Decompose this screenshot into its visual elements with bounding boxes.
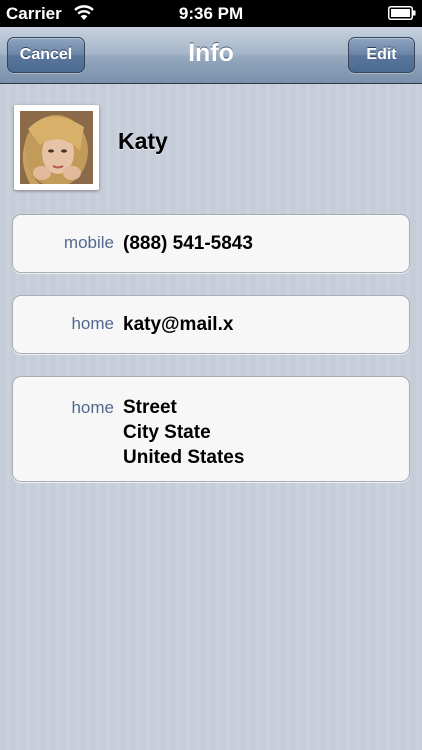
contact-photo-image (20, 111, 93, 184)
email-field[interactable]: home katy@mail.x (12, 295, 410, 354)
field-label: home (71, 398, 114, 417)
contact-name: Katy (118, 128, 168, 154)
email-address[interactable]: katy@mail.x (123, 314, 233, 336)
phone-field[interactable]: mobile (888) 541-5843 (12, 214, 410, 273)
edit-button[interactable]: Edit (348, 37, 415, 73)
contact-photo[interactable] (14, 105, 99, 190)
field-label: home (71, 314, 114, 333)
field-label: mobile (63, 233, 114, 252)
address-street: Street (123, 397, 177, 418)
address-value[interactable]: Street City State United States (123, 395, 244, 470)
navigation-bar: Cancel Info Edit (0, 27, 422, 84)
address-city-state: City State (123, 422, 211, 443)
status-bar: Carrier 9:36 PM (0, 0, 422, 27)
contact-detail-view: Katy mobile (888) 541-5843 home katy@mai… (0, 84, 422, 750)
clock: 9:36 PM (178, 4, 244, 23)
address-country: United States (123, 447, 245, 468)
phone-number[interactable]: (888) 541-5843 (123, 233, 253, 255)
battery-icon (388, 6, 416, 20)
address-field[interactable]: home Street City State United States (12, 376, 410, 482)
